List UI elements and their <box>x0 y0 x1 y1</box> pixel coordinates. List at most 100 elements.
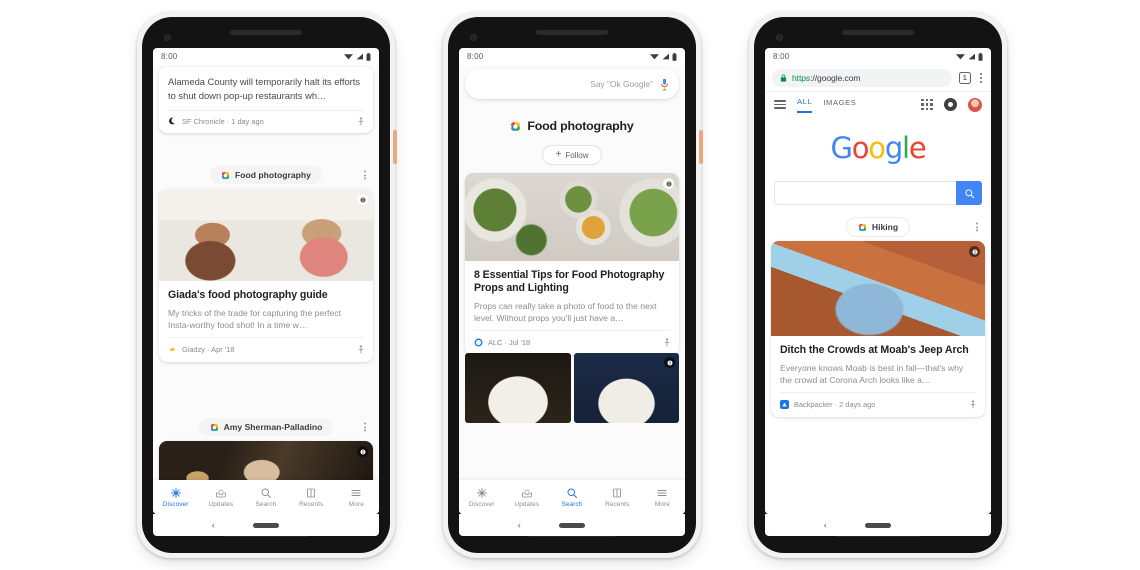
article-text: 8 Essential Tips for Food Photography Pr… <box>465 261 679 355</box>
discover-sparkle-icon <box>476 487 487 498</box>
share-icon[interactable] <box>358 345 364 354</box>
phone1-content: Alameda County will temporarily halt its… <box>153 65 379 514</box>
article-card-tips[interactable]: 8 Essential Tips for Food Photography Pr… <box>465 173 679 355</box>
nav-item-recents[interactable]: Recents <box>595 487 640 508</box>
power-button[interactable] <box>699 130 703 164</box>
front-camera-icon <box>164 34 171 41</box>
nav-label: Recents <box>299 500 324 508</box>
android-system-bar: ‹ <box>153 514 379 536</box>
nav-item-more[interactable]: More <box>334 487 379 508</box>
phone-discover-feed: 8:00 Alameda County will temporarily hal… <box>137 12 397 558</box>
nav-item-recents[interactable]: Recents <box>289 487 334 508</box>
kebab-menu-icon[interactable] <box>361 420 369 435</box>
logo-letter: e <box>908 131 927 165</box>
phone3-screen: 8:00 https://google.com 1 ALL IMAGES Goo… <box>765 48 991 514</box>
home-pill-icon[interactable] <box>559 522 585 528</box>
bottom-navigation: Discover Updates Search Recents More <box>459 480 685 514</box>
tab-counter[interactable]: 1 <box>958 72 971 84</box>
battery-icon <box>672 52 677 61</box>
search-input[interactable] <box>774 181 956 205</box>
nav-label: Search <box>255 500 277 508</box>
more-hamburger-icon <box>657 489 667 496</box>
back-chevron-icon[interactable]: ‹ <box>518 520 521 530</box>
kebab-menu-icon[interactable] <box>973 220 981 235</box>
signal-icon <box>968 53 975 60</box>
info-badge-icon[interactable] <box>663 178 674 189</box>
search-input[interactable]: Say "Ok Google" <box>465 69 679 99</box>
earpiece-speaker <box>842 30 914 35</box>
article-title: Giada's food photography guide <box>168 289 328 301</box>
article-card-giada[interactable]: Giada's food photography guide My tricks… <box>159 189 373 362</box>
search-magnifier-icon <box>261 488 271 498</box>
logo-letter: o <box>868 131 886 165</box>
tab-images[interactable]: IMAGES <box>823 98 856 112</box>
article-description: Props can really take a photo of food to… <box>474 301 657 323</box>
article-description: Everyone knows Moab is best in fall—that… <box>780 363 964 385</box>
back-chevron-icon[interactable]: ‹ <box>824 520 827 530</box>
thumbnail-left[interactable] <box>465 353 571 423</box>
article-source-label: ALC · Jul '18 <box>488 338 531 347</box>
address-bar[interactable]: https://google.com <box>772 69 952 87</box>
nav-item-updates[interactable]: Updates <box>198 487 243 508</box>
user-avatar[interactable] <box>968 97 982 112</box>
apps-grid-icon[interactable] <box>921 98 933 111</box>
google-dot-icon <box>858 223 866 231</box>
topic-chip-row: Food photography <box>159 165 373 185</box>
article-title: 8 Essential Tips for Food Photography Pr… <box>474 269 665 294</box>
nav-item-updates[interactable]: Updates <box>504 487 549 508</box>
phone1-screen: 8:00 Alameda County will temporarily hal… <box>153 48 379 514</box>
article-footer: Backpacker · 2 days ago <box>780 392 976 417</box>
phone2-screen: 8:00 Say "Ok Google" Food photography + … <box>459 48 685 514</box>
android-system-bar: ‹ <box>765 514 991 536</box>
topic-chip-label: Hiking <box>871 222 899 232</box>
article-text: Ditch the Crowds at Moab's Jeep Arch Eve… <box>771 336 985 417</box>
search-magnifier-icon <box>964 188 974 198</box>
status-time: 8:00 <box>161 52 178 61</box>
news-card[interactable]: Alameda County will temporarily halt its… <box>159 67 373 133</box>
google-search-row <box>774 181 982 205</box>
info-badge-icon[interactable] <box>357 446 368 457</box>
hamburger-menu-icon[interactable] <box>774 99 786 110</box>
chrome-menu-icon[interactable] <box>978 71 984 85</box>
follow-button[interactable]: + Follow <box>541 145 603 165</box>
info-badge-icon[interactable] <box>357 194 368 205</box>
nav-item-discover[interactable]: Discover <box>153 487 198 508</box>
nav-item-search[interactable]: Search <box>243 487 288 508</box>
article-footer: Giadzy · Apr '18 <box>168 337 364 362</box>
nav-item-more[interactable]: More <box>640 487 685 508</box>
thumbnail-right[interactable] <box>573 353 679 423</box>
power-button[interactable] <box>393 130 397 164</box>
share-icon[interactable] <box>664 338 670 347</box>
topic-chip-hiking[interactable]: Hiking <box>845 217 911 237</box>
assistant-icon[interactable] <box>944 98 957 111</box>
nav-label: Search <box>561 500 583 508</box>
share-icon[interactable] <box>358 117 364 126</box>
microphone-icon[interactable] <box>660 78 669 91</box>
url-text: https://google.com <box>792 73 861 83</box>
follow-row: + Follow <box>459 145 685 165</box>
google-dot-icon <box>210 423 218 431</box>
nav-item-search[interactable]: Search <box>549 487 594 508</box>
nav-label: More <box>654 500 670 508</box>
info-badge-icon[interactable] <box>664 357 675 368</box>
topic-chip-label: Food photography <box>235 170 311 180</box>
topic-chip-amy-sherman-palladino[interactable]: Amy Sherman-Palladino <box>198 418 334 436</box>
nav-item-discover[interactable]: Discover <box>459 487 504 508</box>
topic-chip-food-photography[interactable]: Food photography <box>210 166 322 184</box>
article-card-moab[interactable]: Ditch the Crowds at Moab's Jeep Arch Eve… <box>771 241 985 417</box>
article-text: Giada's food photography guide My tricks… <box>159 281 373 362</box>
back-chevron-icon[interactable]: ‹ <box>212 520 215 530</box>
info-badge-icon[interactable] <box>969 246 980 257</box>
status-icons <box>650 52 677 61</box>
article-image <box>159 189 373 281</box>
kebab-menu-icon[interactable] <box>361 168 369 183</box>
topic-header: Food photography <box>459 119 685 133</box>
search-magnifier-icon <box>567 488 577 498</box>
wifi-icon <box>956 54 965 60</box>
home-pill-icon[interactable] <box>253 522 279 528</box>
share-icon[interactable] <box>970 400 976 409</box>
url-host: google.com <box>817 73 861 83</box>
search-submit-button[interactable] <box>956 181 982 205</box>
tab-all[interactable]: ALL <box>797 97 813 113</box>
home-pill-icon[interactable] <box>865 522 891 528</box>
